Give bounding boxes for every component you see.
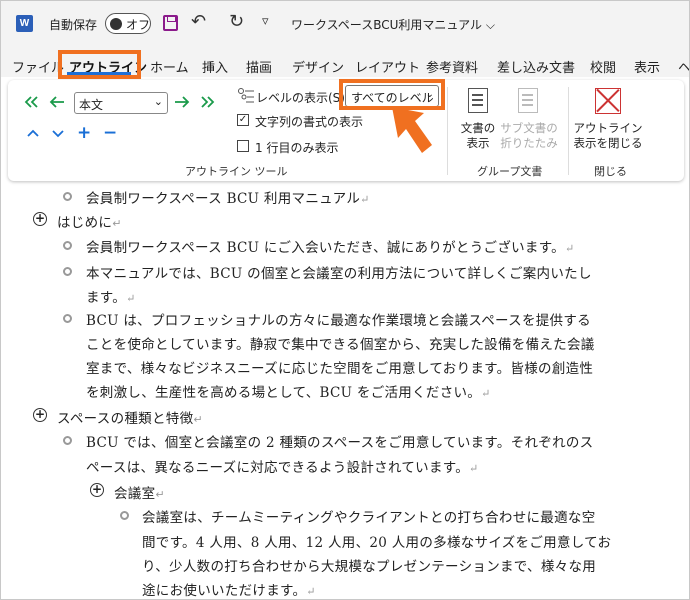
demote-to-body-icon[interactable] [198,95,216,109]
title-bar: W 自動保存 オフ ↶ ↻ ▿ ワークスペースBCU利用マニュアル ⌵ [1,1,689,45]
close-outline-icon[interactable] [595,88,621,114]
tab-review[interactable]: 校閲 [590,57,616,76]
show-document-line1: 文書の [460,121,496,135]
show-text-formatting-label: 文字列の書式の表示 [255,115,364,129]
promote-to-heading1-icon[interactable] [23,95,41,109]
heading-expand-icon[interactable]: + [90,483,104,497]
heading-expand-icon[interactable]: + [33,212,47,226]
body-text-bullet[interactable] [120,511,129,520]
collapse-sub-line2: 折りたたみ [500,136,558,150]
body-text-line: 会員制ワークスペース BCU 利用マニュアル↵ [86,191,370,207]
tab-insert[interactable]: 挿入 [202,57,228,76]
body-text-line: 会議室は、チームミーティングやクライアントとの打ち合わせに最適な空 [142,510,596,526]
autosave-state: オフ [126,18,151,32]
collapse-subdocuments-icon [518,88,538,113]
heading1-line: スペースの種類と特徴↵ [57,411,203,427]
body-text-line: り、少人数の打ち合わせから大規模なプレゼンテーションまで、様々な用 [142,559,597,575]
body-text-line: ペースは、異なるニーズに対応できるよう設計されています。↵ [86,460,479,476]
tab-file[interactable]: ファイル [12,57,64,76]
body-text-line: 室まで、様々なビジネスニーズに応じた空間をご用意しております。皆様の創造性 [86,361,594,377]
document-title-text: ワークスペースBCU利用マニュアル [291,18,483,32]
group-label-outline-tools: アウトライン ツール [185,165,288,178]
document-title[interactable]: ワークスペースBCU利用マニュアル ⌵ [291,16,495,33]
show-document-button[interactable]: 文書の 表示 [458,121,498,151]
customize-toolbar-icon[interactable]: ▿ [262,12,269,32]
show-level-label: レベルの表示(S): [256,91,350,105]
show-document-icon[interactable] [468,88,488,113]
show-text-formatting-checkbox[interactable]: ✓ [237,114,249,126]
body-text-line: 間です。4 人用、8 人用、12 人用、20 人用の多様なサイズをご用意してお [142,535,612,551]
redo-icon[interactable]: ↻ [229,12,244,32]
body-text-line: 会員制ワークスペース BCU にご入会いただき、誠にありがとうございます。↵ [86,240,575,256]
body-text-bullet[interactable] [63,267,72,276]
tab-draw[interactable]: 描画 [246,57,272,76]
undo-icon[interactable]: ↶ [191,12,206,32]
tab-references[interactable]: 参考資料 [426,57,478,76]
body-text-line: 本マニュアルでは、BCU の個室と会議室の利用方法について詳しくご案内いたし [86,266,592,282]
heading2-line: 会議室↵ [114,486,165,502]
body-text-bullet[interactable] [63,192,72,201]
tab-home[interactable]: ホーム [150,57,189,76]
outline-level-select[interactable]: 本文 ⌄ [74,92,168,114]
checkmark-icon: ✓ [238,114,248,125]
collapse-icon[interactable]: − [103,125,117,142]
body-text-line: ます。↵ [86,290,136,306]
chevron-down-icon: ⌄ [153,95,163,108]
show-first-line-only-checkbox[interactable] [237,140,249,152]
collapse-sub-line1: サブ文書の [500,121,558,135]
highlight-frame-tab [58,50,141,79]
document-body: 会員制ワークスペース BCU 利用マニュアル↵ + はじめに↵ 会員制ワークスペ… [1,181,689,599]
body-text-bullet[interactable] [63,436,72,445]
heading1-line: はじめに↵ [57,215,122,231]
group-divider [447,87,448,175]
group-label-close: 閉じる [594,165,627,178]
body-text-line: ことを使命としています。静寂で集中できる個室から、充実した設備を備えた会議 [86,337,595,353]
body-text-line: を刺激し、生産性を高める場として、BCU をご活用ください。↵ [86,385,491,401]
demote-icon[interactable] [173,95,191,109]
close-outline-line1: アウトライン [573,121,643,135]
save-icon[interactable] [163,15,178,31]
collapse-subdocuments-button[interactable]: サブ文書の 折りたたみ [499,121,559,151]
move-up-icon[interactable] [26,127,40,139]
chevron-down-icon: ⌵ [485,18,495,32]
expand-icon[interactable]: + [77,125,91,142]
word-window: W 自動保存 オフ ↶ ↻ ▿ ワークスペースBCU利用マニュアル ⌵ ファイル… [0,0,690,600]
body-text-bullet[interactable] [63,241,72,250]
word-logo-icon: W [16,15,33,32]
show-document-line2: 表示 [466,136,490,150]
tab-mailings[interactable]: 差し込み文書 [497,57,575,76]
move-down-icon[interactable] [51,127,65,139]
group-divider [568,87,569,175]
tab-help[interactable]: ヘ [678,57,689,76]
body-text-line: 途にお使いいただけます。↵ [142,583,316,599]
autosave-toggle[interactable]: オフ [105,13,151,34]
close-outline-view-button[interactable]: アウトライン 表示を閉じる [573,121,643,151]
body-text-line: BCU は、プロフェッショナルの方々に最適な作業環境と会議スペースを提供する [86,313,591,329]
body-text-line: BCU では、個室と会議室の 2 種類のスペースをご用意しています。それぞれのス [86,435,594,451]
tab-view[interactable]: 表示 [634,57,660,76]
body-text-bullet[interactable] [63,314,72,323]
tab-design[interactable]: デザイン [292,57,344,76]
autosave-label: 自動保存 [49,18,98,32]
show-level-icon [238,88,254,103]
promote-icon[interactable] [48,95,66,109]
tab-layout[interactable]: レイアウト [355,57,420,76]
pointer-arrow-icon [392,107,432,153]
outline-level-value: 本文 [79,98,104,112]
show-first-line-only-label: 1 行目のみ表示 [255,141,339,155]
close-outline-line2: 表示を閉じる [573,136,643,150]
toggle-knob [110,18,122,30]
group-label-master-document: グループ文書 [477,165,543,178]
heading-expand-icon[interactable]: + [33,408,47,422]
